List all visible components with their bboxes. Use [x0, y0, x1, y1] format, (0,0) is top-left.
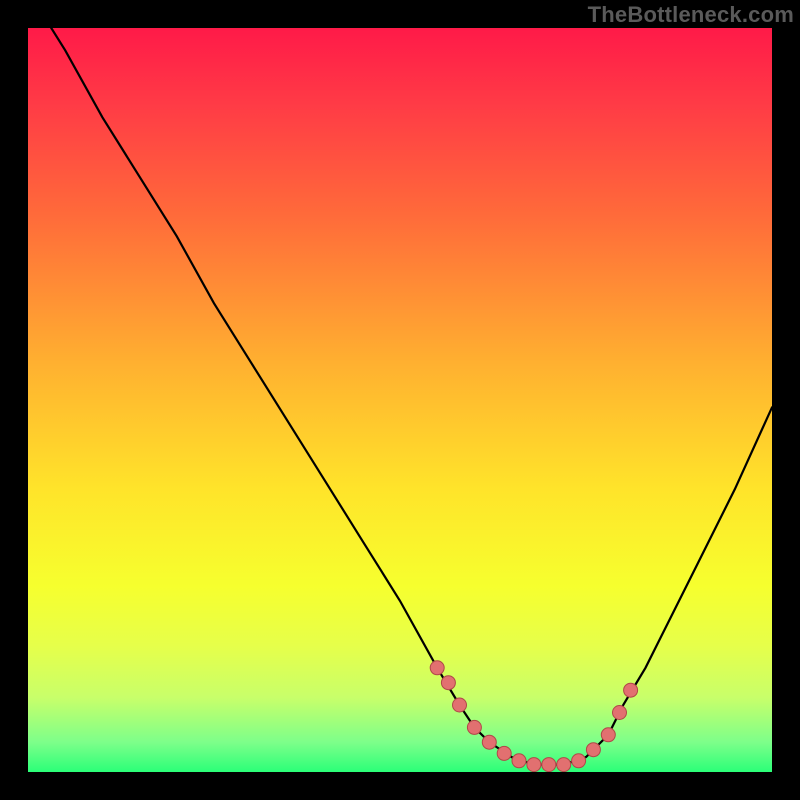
highlight-dot	[601, 728, 615, 742]
chart-frame: TheBottleneck.com	[0, 0, 800, 800]
highlight-dot	[572, 754, 586, 768]
highlight-dot	[624, 683, 638, 697]
watermark-text: TheBottleneck.com	[588, 2, 794, 28]
bottleneck-curve	[28, 28, 772, 765]
chart-svg	[28, 28, 772, 772]
bottleneck-curve-path	[28, 28, 772, 765]
highlight-dot	[482, 735, 496, 749]
highlight-dot	[467, 720, 481, 734]
highlight-dot	[586, 743, 600, 757]
highlight-dot	[453, 698, 467, 712]
highlight-dots	[430, 661, 637, 772]
highlight-dot	[542, 758, 556, 772]
highlight-dot	[441, 676, 455, 690]
highlight-dot	[557, 758, 571, 772]
highlight-dot	[527, 758, 541, 772]
highlight-dot	[613, 706, 627, 720]
plot-area	[28, 28, 772, 772]
highlight-dot	[430, 661, 444, 675]
highlight-dot	[512, 754, 526, 768]
highlight-dot	[497, 746, 511, 760]
